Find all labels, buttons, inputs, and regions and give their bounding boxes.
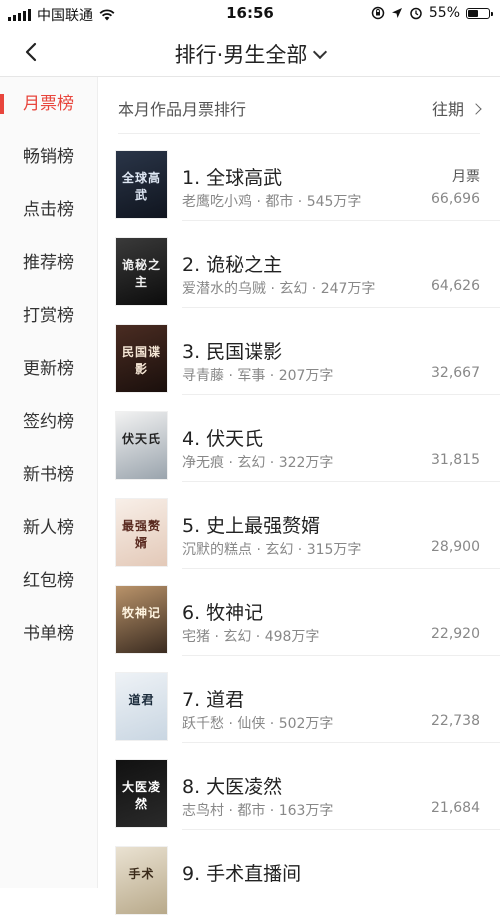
- sidebar-item-clicks[interactable]: 点击榜: [0, 190, 97, 230]
- navigation-bar: 排行·男生全部: [0, 28, 500, 77]
- book-cover-image: 全球高武: [116, 151, 167, 218]
- book-meta: 老鹰吃小鸡 · 都市 · 545万字: [182, 194, 362, 210]
- chevron-down-icon: [313, 44, 328, 60]
- sidebar-item-reward[interactable]: 打赏榜: [0, 296, 97, 336]
- sidebar-item-red-packet[interactable]: 红包榜: [0, 561, 97, 601]
- book-title: 2. 诡秘之主: [182, 254, 283, 276]
- location-icon: [391, 8, 402, 18]
- book-row[interactable]: 伏天氏 4. 伏天氏 净无痕 · 玄幻 · 322万字 31,815: [98, 394, 500, 482]
- monthly-ticket-count: 22,920: [431, 626, 480, 642]
- sidebar-item-newcomer[interactable]: 新人榜: [0, 508, 97, 548]
- book-cover-image: 最强赘婿: [116, 499, 167, 566]
- book-cover-image: 手术: [116, 847, 167, 914]
- ranking-header: 本月作品月票排行 往期: [98, 77, 500, 134]
- monthly-ticket-count: 64,626: [431, 278, 480, 294]
- book-title: 1. 全球高武: [182, 167, 283, 189]
- sidebar-item-signed[interactable]: 签约榜: [0, 402, 97, 442]
- monthly-ticket-label: 月票: [452, 169, 480, 185]
- battery-level-fill: [468, 9, 478, 17]
- monthly-ticket-count: 22,738: [431, 713, 480, 729]
- book-meta: 沉默的糕点 · 玄幻 · 315万字: [182, 542, 362, 558]
- book-meta: 爱潜水的乌贼 · 玄幻 · 247万字: [182, 281, 376, 297]
- book-cover-image: 伏天氏: [116, 412, 167, 479]
- book-cover-title: 伏天氏: [121, 432, 161, 446]
- book-row[interactable]: 诡秘之主 2. 诡秘之主 爱潜水的乌贼 · 玄幻 · 247万字 64,626: [98, 220, 500, 308]
- book-cover-image: 道君: [116, 673, 167, 740]
- book-cover-image: 民国谍影: [116, 325, 167, 392]
- book-cover-image: 大医凌然: [116, 760, 167, 827]
- status-bar: 中国联通 16:56 55%: [0, 0, 500, 28]
- book-row[interactable]: 全球高武 1. 全球高武 老鹰吃小鸡 · 都市 · 545万字 月票 66,69…: [98, 133, 500, 221]
- book-cover-image: 牧神记: [116, 586, 167, 653]
- book-cover-title: 道君: [128, 693, 155, 707]
- book-meta: 寻青藤 · 军事 · 207万字: [182, 368, 334, 384]
- monthly-ticket-count: 32,667: [431, 365, 480, 381]
- battery-icon: [466, 7, 493, 19]
- sidebar-item-bestseller[interactable]: 畅销榜: [0, 137, 97, 177]
- book-title: 7. 道君: [182, 689, 245, 711]
- book-row[interactable]: 最强赘婿 5. 史上最强赘婿 沉默的糕点 · 玄幻 · 315万字 28,900: [98, 481, 500, 569]
- page-title-dropdown[interactable]: 排行·男生全部: [0, 39, 500, 69]
- book-cover-title: 最强赘婿: [121, 519, 161, 550]
- status-right: 55%: [371, 5, 493, 21]
- chevron-right-icon: [470, 103, 482, 115]
- sidebar-item-book-list[interactable]: 书单榜: [0, 614, 97, 654]
- ranking-category-sidebar: 月票榜 畅销榜 点击榜 推荐榜 打赏榜 更新榜 签约榜 新书榜 新人榜 红包榜 …: [0, 77, 98, 888]
- book-title: 6. 牧神记: [182, 602, 264, 624]
- sidebar-item-new-book[interactable]: 新书榜: [0, 455, 97, 495]
- sidebar-item-update[interactable]: 更新榜: [0, 349, 97, 389]
- book-cover-title: 民国谍影: [121, 345, 161, 376]
- alarm-icon: [410, 7, 422, 20]
- book-row[interactable]: 民国谍影 3. 民国谍影 寻青藤 · 军事 · 207万字 32,667: [98, 307, 500, 395]
- monthly-ticket-count: 31,815: [431, 452, 480, 468]
- book-meta: 宅猪 · 玄幻 · 498万字: [182, 629, 320, 645]
- sidebar-item-monthly-ticket[interactable]: 月票榜: [0, 84, 97, 124]
- sidebar-item-recommend[interactable]: 推荐榜: [0, 243, 97, 283]
- book-title: 5. 史上最强赘婿: [182, 515, 321, 537]
- ranking-list-panel: 本月作品月票排行 往期 全球高武 1. 全球高武 老鹰吃小鸡 · 都市 · 54…: [98, 77, 500, 914]
- book-title: 3. 民国谍影: [182, 341, 283, 363]
- book-cover-title: 牧神记: [121, 606, 161, 620]
- book-title: 8. 大医凌然: [182, 776, 283, 798]
- book-row[interactable]: 牧神记 6. 牧神记 宅猪 · 玄幻 · 498万字 22,920: [98, 568, 500, 656]
- book-row[interactable]: 大医凌然 8. 大医凌然 志鸟村 · 都市 · 163万字 21,684: [98, 742, 500, 830]
- book-cover-image: 诡秘之主: [116, 238, 167, 305]
- book-meta: 跃千愁 · 仙侠 · 502万字: [182, 716, 334, 732]
- rotation-lock-icon: [371, 6, 385, 20]
- book-title: 9. 手术直播间: [182, 863, 302, 885]
- battery-percent: 55%: [428, 5, 460, 21]
- monthly-ticket-count: 21,684: [431, 800, 480, 816]
- past-rankings-link[interactable]: 往期: [431, 96, 482, 120]
- book-row[interactable]: 道君 7. 道君 跃千愁 · 仙侠 · 502万字 22,738: [98, 655, 500, 743]
- ranking-header-title: 本月作品月票排行: [118, 100, 247, 119]
- page-title: 排行·男生全部: [174, 43, 308, 67]
- monthly-ticket-count: 66,696: [431, 191, 480, 207]
- monthly-ticket-count: 28,900: [431, 539, 480, 555]
- book-cover-title: 大医凌然: [121, 780, 161, 811]
- past-rankings-label: 往期: [431, 100, 464, 119]
- book-cover-title: 全球高武: [121, 171, 161, 202]
- book-meta: 净无痕 · 玄幻 · 322万字: [182, 455, 334, 471]
- book-cover-title: 诡秘之主: [121, 258, 161, 289]
- book-row[interactable]: 手术 9. 手术直播间: [98, 829, 500, 916]
- book-meta: 志鸟村 · 都市 · 163万字: [182, 803, 334, 819]
- book-title: 4. 伏天氏: [182, 428, 264, 450]
- book-cover-title: 手术: [128, 867, 155, 881]
